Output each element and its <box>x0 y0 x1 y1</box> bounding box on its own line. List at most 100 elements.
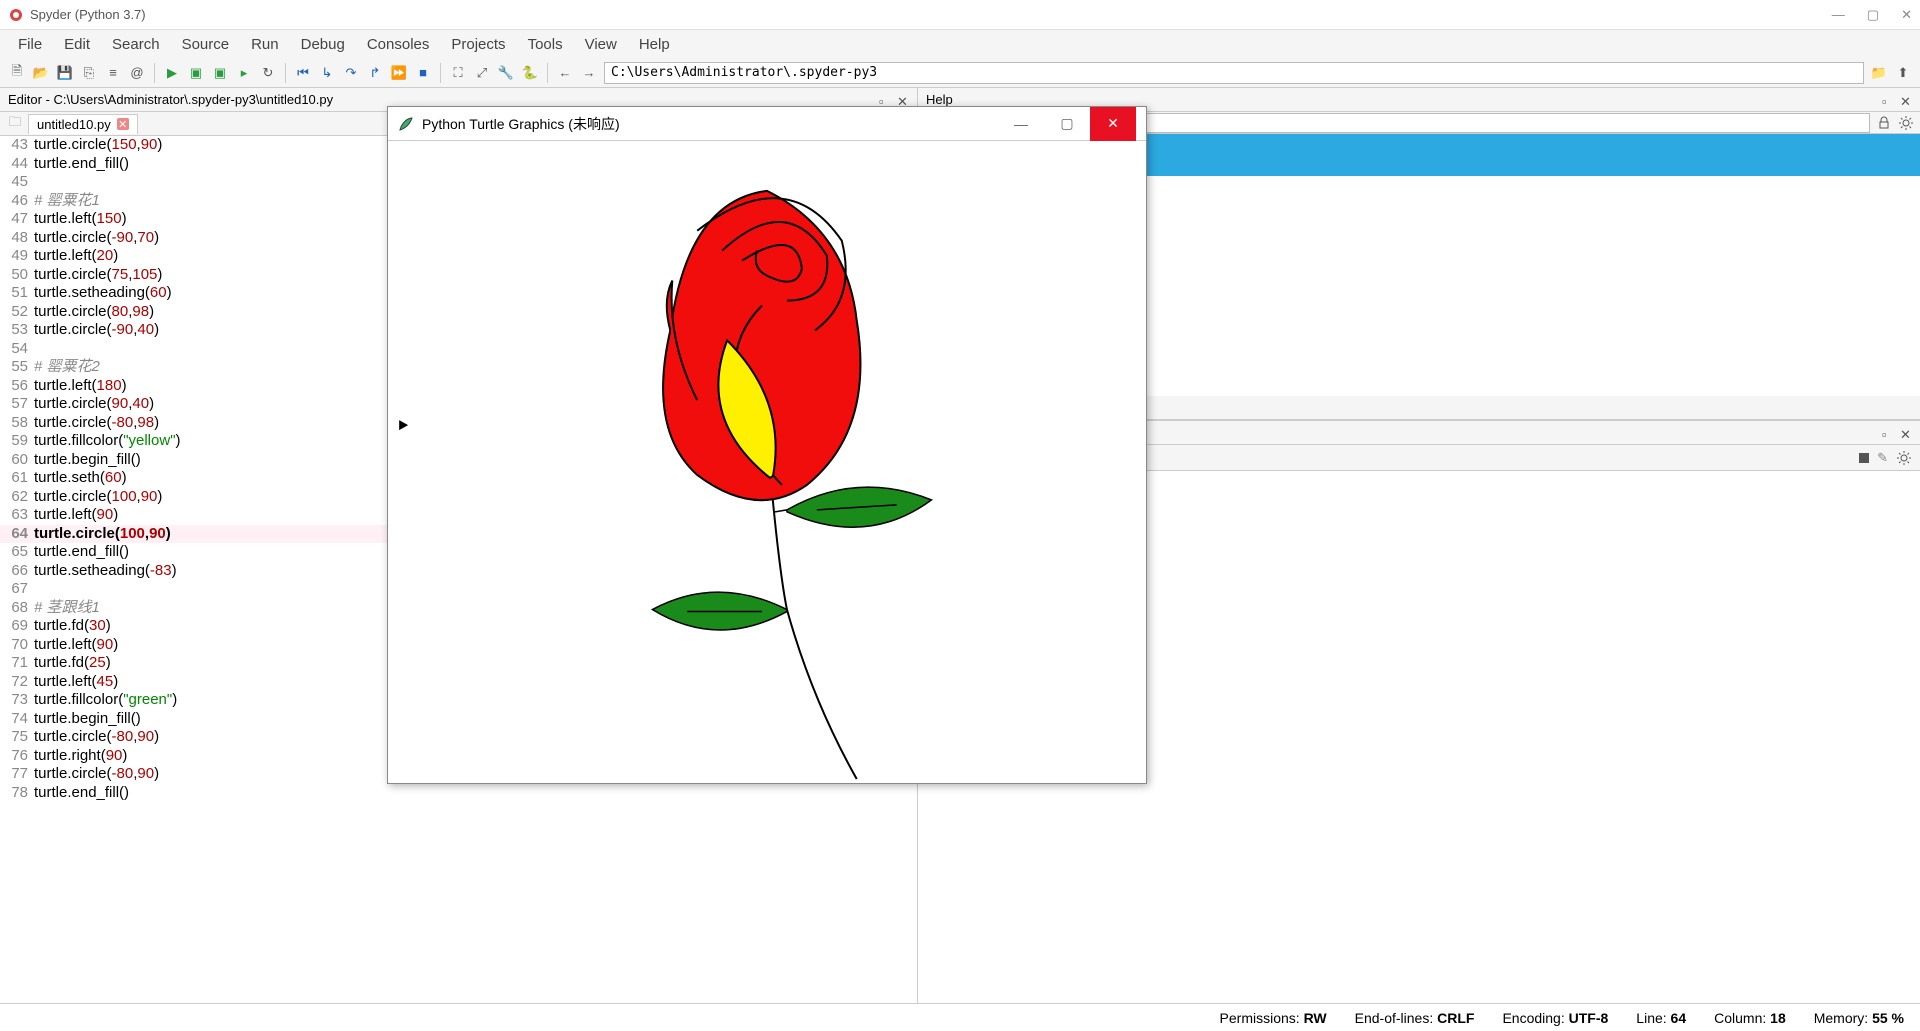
save-all-icon[interactable]: ⎘ <box>80 64 98 82</box>
open-file-icon[interactable]: 📂 <box>32 64 50 82</box>
line-number: 74 <box>0 710 34 729</box>
line-number: 65 <box>0 543 34 562</box>
window-maximize-button[interactable]: ▢ <box>1867 7 1879 23</box>
menubar: FileEditSearchSourceRunDebugConsolesProj… <box>0 30 1920 58</box>
toolbar-separator <box>440 63 441 83</box>
editor-header-text: Editor - C:\Users\Administrator\.spyder-… <box>8 92 333 107</box>
status-column: Column: 18 <box>1714 1010 1786 1026</box>
run-cell-icon[interactable]: ▣ <box>187 64 205 82</box>
menu-run[interactable]: Run <box>241 33 289 56</box>
line-number: 68 <box>0 599 34 618</box>
titlebar: Spyder (Python 3.7) — ▢ ✕ <box>0 0 1920 30</box>
turtle-window-title: Python Turtle Graphics (未响应) <box>422 114 620 134</box>
working-directory-input[interactable] <box>604 62 1864 84</box>
line-number: 73 <box>0 691 34 710</box>
line-number: 48 <box>0 229 34 248</box>
line-number: 46 <box>0 192 34 211</box>
turtle-close-button[interactable]: ✕ <box>1090 107 1136 141</box>
preferences-icon[interactable]: 🔧 <box>497 64 515 82</box>
window-close-button[interactable]: ✕ <box>1901 7 1912 23</box>
menu-debug[interactable]: Debug <box>291 33 355 56</box>
editor-close-icon[interactable]: ✕ <box>897 94 909 106</box>
turtle-maximize-button[interactable]: ▢ <box>1044 107 1090 141</box>
tab-close-icon[interactable]: ✕ <box>117 118 129 130</box>
nav-back-icon[interactable]: ← <box>556 64 574 82</box>
python-path-icon[interactable]: 🐍 <box>521 64 539 82</box>
line-number: 61 <box>0 469 34 488</box>
console-stop-icon[interactable] <box>1859 453 1869 463</box>
line-number: 59 <box>0 432 34 451</box>
editor-tab-label: untitled10.py <box>37 117 111 132</box>
menu-edit[interactable]: Edit <box>54 33 100 56</box>
menu-projects[interactable]: Projects <box>441 33 515 56</box>
code-content: turtle.end_fill() <box>34 784 917 803</box>
menu-source[interactable]: Source <box>172 33 240 56</box>
console-options-icon[interactable] <box>1896 450 1912 466</box>
line-number: 54 <box>0 340 34 359</box>
status-line: Line: 64 <box>1636 1010 1686 1026</box>
rerun-icon[interactable]: ↻ <box>259 64 277 82</box>
line-number: 43 <box>0 136 34 155</box>
menu-tools[interactable]: Tools <box>518 33 573 56</box>
line-number: 55 <box>0 358 34 377</box>
save-file-icon[interactable]: 💾 <box>56 64 74 82</box>
line-number: 76 <box>0 747 34 766</box>
line-number: 67 <box>0 580 34 599</box>
maximize-pane-icon[interactable]: ⛶ <box>449 64 467 82</box>
run-icon[interactable]: ▶ <box>163 64 181 82</box>
nav-forward-icon[interactable]: → <box>580 64 598 82</box>
gear-icon[interactable] <box>1898 115 1914 131</box>
menu-help[interactable]: Help <box>629 33 680 56</box>
help-close-icon[interactable]: ✕ <box>1900 94 1912 106</box>
fullscreen-icon[interactable]: ⤢ <box>473 64 491 82</box>
console-close-icon[interactable]: ✕ <box>1900 427 1912 439</box>
window-title: Spyder (Python 3.7) <box>30 7 1832 22</box>
debug-continue-icon[interactable]: ⏩ <box>390 64 408 82</box>
toolbar-separator <box>285 63 286 83</box>
editor-undock-icon[interactable]: ▫ <box>879 94 891 106</box>
turtle-graphics-window[interactable]: Python Turtle Graphics (未响应) — ▢ ✕ <box>387 106 1147 784</box>
window-minimize-button[interactable]: — <box>1832 7 1845 23</box>
debug-step-icon[interactable]: ⏮ <box>294 64 312 82</box>
turtle-app-icon <box>398 116 414 132</box>
help-header-text: Help <box>926 92 953 107</box>
menu-view[interactable]: View <box>575 33 627 56</box>
menu-search[interactable]: Search <box>102 33 170 56</box>
toolbar-separator <box>154 63 155 83</box>
line-number: 77 <box>0 765 34 784</box>
parent-dir-icon[interactable]: ⬆ <box>1894 64 1912 82</box>
turtle-canvas <box>388 141 1146 783</box>
run-cell-advance-icon[interactable]: ▣ <box>211 64 229 82</box>
line-number: 49 <box>0 247 34 266</box>
help-undock-icon[interactable]: ▫ <box>1882 94 1894 106</box>
line-number: 52 <box>0 303 34 322</box>
file-browse-icon[interactable]: 🗀 <box>6 115 24 133</box>
debug-out-icon[interactable]: ↱ <box>366 64 384 82</box>
debug-into-icon[interactable]: ↳ <box>318 64 336 82</box>
status-memory: Memory: 55 % <box>1814 1010 1904 1026</box>
line-number: 50 <box>0 266 34 285</box>
line-number: 78 <box>0 784 34 803</box>
turtle-titlebar[interactable]: Python Turtle Graphics (未响应) — ▢ ✕ <box>388 107 1146 141</box>
new-file-icon[interactable]: 🗎 <box>8 64 26 82</box>
editor-tab[interactable]: untitled10.py ✕ <box>28 114 138 134</box>
line-number: 44 <box>0 155 34 174</box>
code-line[interactable]: 78turtle.end_fill() <box>0 784 917 803</box>
turtle-minimize-button[interactable]: — <box>998 107 1044 141</box>
run-selection-icon[interactable]: ▸ <box>235 64 253 82</box>
console-undock-icon[interactable]: ▫ <box>1882 427 1894 439</box>
line-number: 71 <box>0 654 34 673</box>
lock-icon[interactable] <box>1876 115 1892 131</box>
status-encoding: Encoding: UTF-8 <box>1502 1010 1608 1026</box>
line-number: 53 <box>0 321 34 340</box>
list-icon[interactable]: ≡ <box>104 64 122 82</box>
at-icon[interactable]: @ <box>128 64 146 82</box>
line-number: 63 <box>0 506 34 525</box>
line-number: 69 <box>0 617 34 636</box>
menu-consoles[interactable]: Consoles <box>357 33 440 56</box>
debug-stop-icon[interactable]: ■ <box>414 64 432 82</box>
debug-over-icon[interactable]: ↷ <box>342 64 360 82</box>
menu-file[interactable]: File <box>8 33 52 56</box>
browse-dir-icon[interactable]: 📁 <box>1870 64 1888 82</box>
console-remove-icon[interactable]: ✎ <box>1877 450 1888 466</box>
